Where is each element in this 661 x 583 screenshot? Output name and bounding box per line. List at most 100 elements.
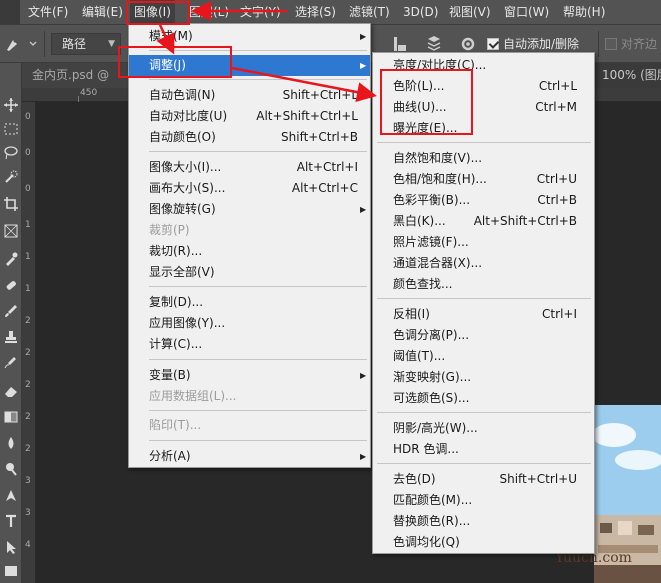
rectangle-tool-icon[interactable] [3,563,19,579]
menu-layer[interactable]: 图层(L) [185,0,233,25]
menu-item-vibrance[interactable]: 自然饱和度(V)... [373,148,594,169]
menu-item-channel-mixer[interactable]: 通道混合器(X)... [373,253,594,274]
menu-select[interactable]: 选择(S) [291,0,340,25]
quick-select-tool-icon[interactable] [3,169,19,185]
menu-item-black-white[interactable]: 黑白(K)... Alt+Shift+Ctrl+B [373,211,594,232]
menu-view[interactable]: 视图(V) [445,0,495,25]
menu-item-label: 色彩平衡(B)... [393,193,471,207]
document-tab[interactable]: 金内页.psd @ [22,63,129,88]
frame-tool-icon[interactable] [3,223,19,239]
menu-item-calculations[interactable]: 计算(C)... [129,334,370,355]
type-tool-icon[interactable] [3,513,19,529]
path-selection-tool-icon[interactable] [3,539,19,555]
eraser-tool-icon[interactable] [3,383,19,399]
menu-divider [149,440,367,441]
gradient-tool-icon[interactable] [3,409,19,425]
menu-item-label: 反相(I) [393,307,430,321]
checkbox-unchecked-icon[interactable] [605,38,617,50]
menu-3d[interactable]: 3D(D) [399,0,442,25]
menu-item-auto-contrast[interactable]: 自动对比度(U) Alt+Shift+Ctrl+L [129,106,370,127]
auto-add-delete-option[interactable]: 自动添加/删除 [487,35,579,53]
blur-tool-icon[interactable] [3,435,19,451]
menu-item-color-lookup[interactable]: 颜色查找... [373,274,594,295]
align-edges-option[interactable]: 对齐边 [605,35,657,53]
vertical-ruler: 0 0 0 1 1 1 2 2 2 2 2 3 3 4 [22,102,36,583]
pen-tool-icon[interactable] [4,35,38,53]
menu-item-apply-image[interactable]: 应用图像(Y)... [129,313,370,334]
ruler-label: 3 [25,508,31,518]
move-tool-icon[interactable] [3,97,19,113]
menu-edit[interactable]: 编辑(E) [78,0,127,25]
menu-item-selective-color[interactable]: 可选颜色(S)... [373,388,594,409]
menu-item-replace-color[interactable]: 替换颜色(R)... [373,511,594,532]
menu-item-threshold[interactable]: 阈值(T)... [373,346,594,367]
crop-tool-icon[interactable] [3,196,19,212]
dodge-tool-icon[interactable] [3,461,19,477]
path-arrangement-icons[interactable] [392,35,482,53]
menu-item-label: 自动颜色(O) [149,130,216,144]
menu-item-label: 自动对比度(U) [149,109,228,123]
menu-item-auto-color[interactable]: 自动颜色(O) Shift+Ctrl+B [129,127,370,148]
menu-item-analysis[interactable]: 分析(A) ▶ [129,446,370,467]
eyedropper-tool-icon[interactable] [3,251,19,267]
menu-item-label: 照片滤镜(F)... [393,235,469,249]
ruler-label: 3 [25,476,31,486]
ruler-label: 2 [25,316,31,326]
healing-brush-tool-icon[interactable] [3,277,19,293]
submenu-arrow-icon: ▶ [360,452,367,461]
path-mode-select[interactable]: 路径 ▼ [51,33,121,55]
annotation-box-image-menu [126,1,190,25]
menu-item-duplicate[interactable]: 复制(D)... [129,292,370,313]
menu-item-hue-saturation[interactable]: 色相/饱和度(H)... Ctrl+U [373,169,594,190]
menu-item-posterize[interactable]: 色调分离(P)... [373,325,594,346]
menu-item-shadows-highlights[interactable]: 阴影/高光(W)... [373,418,594,439]
menu-item-shortcut: Alt+Ctrl+I [296,160,358,174]
menu-item-color-balance[interactable]: 色彩平衡(B)... Ctrl+B [373,190,594,211]
checkbox-checked-icon[interactable] [487,38,499,50]
menu-item-auto-tone[interactable]: 自动色调(N) Shift+Ctrl+L [129,85,370,106]
menu-item-match-color[interactable]: 匹配颜色(M)... [373,490,594,511]
menu-item-shortcut: Ctrl+B [537,193,577,207]
menu-item-shortcut: Ctrl+M [535,100,577,114]
ruler-label: 450 [80,88,98,98]
menu-item-image-rotation[interactable]: 图像旋转(G) ▶ [129,199,370,220]
menu-item-shortcut: Alt+Shift+Ctrl+L [256,109,358,123]
ruler-label: 1 [25,252,31,262]
menu-filter[interactable]: 滤镜(T) [345,0,394,25]
menu-item-invert[interactable]: 反相(I) Ctrl+I [373,304,594,325]
menu-item-label: 应用图像(Y)... [149,316,226,330]
brush-tool-icon[interactable] [3,303,19,319]
lasso-tool-icon[interactable] [3,145,19,161]
menu-item-canvas-size[interactable]: 画布大小(S)... Alt+Ctrl+C [129,178,370,199]
menu-item-trim[interactable]: 裁切(R)... [129,241,370,262]
menu-item-hdr-toning[interactable]: HDR 色调... [373,439,594,460]
menu-item-variables[interactable]: 变量(B) ▶ [129,365,370,386]
menu-item-shortcut: Shift+Ctrl+B [281,130,358,144]
menu-item-label: 通道混合器(X)... [393,256,483,270]
clone-stamp-tool-icon[interactable] [3,329,19,345]
ruler-label: 1 [25,220,31,230]
menu-item-label: 渐变映射(G)... [393,370,472,384]
pen-tool-icon[interactable] [3,487,19,503]
history-brush-tool-icon[interactable] [3,355,19,371]
menu-file[interactable]: 文件(F) [24,0,72,25]
menu-type[interactable]: 文字(Y) [236,0,285,25]
menu-item-photo-filter[interactable]: 照片滤镜(F)... [373,232,594,253]
menu-help[interactable]: 帮助(H) [559,0,609,25]
menu-item-desaturate[interactable]: 去色(D) Shift+Ctrl+U [373,469,594,490]
menu-item-image-size[interactable]: 图像大小(I)... Alt+Ctrl+I [129,157,370,178]
menu-item-reveal-all[interactable]: 显示全部(V) [129,262,370,283]
menu-divider [149,286,367,287]
menu-item-shortcut: Ctrl+U [536,172,577,186]
menu-item-equalize[interactable]: 色调均化(Q) [373,532,594,553]
menu-item-mode[interactable]: 模式(M) ▶ [129,26,370,47]
menu-item-gradient-map[interactable]: 渐变映射(G)... [373,367,594,388]
menu-divider [377,298,591,299]
menu-divider [377,412,591,413]
ruler-label: 2 [25,412,31,422]
marquee-tool-icon[interactable] [3,121,19,137]
menu-item-shortcut: Ctrl+L [538,79,577,93]
menu-window[interactable]: 窗口(W) [500,0,553,25]
options-divider [598,31,599,57]
menu-item-label: 陷印(T)... [149,418,202,432]
